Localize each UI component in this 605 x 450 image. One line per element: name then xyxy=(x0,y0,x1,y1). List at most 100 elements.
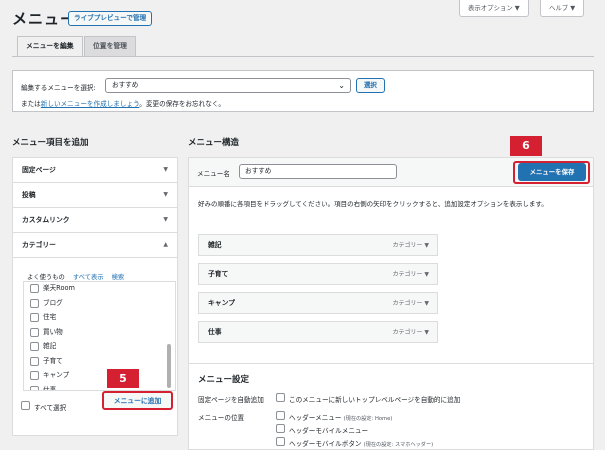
save-menu-button[interactable]: メニューを保存 xyxy=(518,163,586,181)
checkbox[interactable] xyxy=(30,356,39,366)
add-menu-items-heading: メニュー項目を追加 xyxy=(12,138,89,148)
category-subtabs: よく使うもの すべて表示 検索 xyxy=(27,272,130,281)
subtab-search[interactable]: 検索 xyxy=(112,274,125,281)
menu-item-type[interactable]: カテゴリー ▼ xyxy=(392,322,429,343)
auto-add-label: 固定ページを自動追加 xyxy=(198,396,264,404)
category-item[interactable]: 仕事 xyxy=(24,384,175,391)
arrow-up-icon: ▲ xyxy=(163,241,168,248)
menu-item-title: キャンプ xyxy=(208,299,235,307)
create-menu-note: または新しいメニューを作成しましょう。変更の保存をお忘れなく。 xyxy=(21,98,225,108)
select-all-label: すべて選択 xyxy=(34,404,67,412)
accordion-posts-label: 投稿 xyxy=(22,191,36,199)
menu-item[interactable]: 仕事 カテゴリー ▼ xyxy=(198,321,438,343)
checkbox[interactable] xyxy=(30,342,39,351)
accordion-pages[interactable]: 固定ページ ▼ xyxy=(13,158,177,183)
settings-divider xyxy=(189,363,593,364)
checkbox[interactable] xyxy=(30,327,39,337)
category-label: 買い物 xyxy=(43,327,63,336)
checkbox[interactable] xyxy=(276,411,285,420)
select-all-checkbox[interactable]: すべて選択 xyxy=(21,401,67,412)
checkbox[interactable] xyxy=(30,371,39,380)
checkbox[interactable] xyxy=(30,284,39,293)
menu-select-value: おすすめ xyxy=(112,81,139,89)
checkbox[interactable] xyxy=(30,313,39,322)
category-label: 子育て xyxy=(43,356,63,365)
menu-structure-heading: メニュー構造 xyxy=(188,138,240,148)
category-label: ブログ xyxy=(43,298,63,307)
accordion-categories-label: カテゴリー xyxy=(22,241,56,249)
menu-location-label: メニューの位置 xyxy=(198,414,245,422)
menu-item-type[interactable]: カテゴリー ▼ xyxy=(392,235,429,256)
arrow-down-icon: ▼ xyxy=(163,216,168,223)
category-item[interactable]: キャンプ xyxy=(24,369,175,384)
accordion-posts[interactable]: 投稿 ▼ xyxy=(13,183,177,208)
menu-name-input[interactable]: おすすめ xyxy=(239,164,397,179)
accordion-custom-links-label: カスタムリンク xyxy=(22,216,70,224)
add-to-menu-button[interactable]: メニューに追加 xyxy=(102,391,173,410)
accordion-custom-links[interactable]: カスタムリンク ▼ xyxy=(13,208,177,233)
category-item[interactable]: ブログ xyxy=(24,297,175,312)
checklist-scrollbar[interactable] xyxy=(167,344,171,388)
checkbox[interactable] xyxy=(30,298,39,308)
screen-options-button[interactable]: 表示オプション ▼ xyxy=(459,0,529,17)
select-menu-panel: 編集するメニューを選択: おすすめ ⌄ 選択 または新しいメニューを作成しましょ… xyxy=(12,70,594,112)
auto-add-option[interactable]: このメニューに新しいトップレベルページを自動的に追加 xyxy=(276,393,461,404)
checkbox[interactable] xyxy=(30,385,39,390)
checkbox[interactable] xyxy=(21,401,30,410)
checkbox[interactable] xyxy=(276,437,285,446)
menu-item[interactable]: キャンプ カテゴリー ▼ xyxy=(198,292,438,314)
arrow-down-icon: ▼ xyxy=(163,191,168,198)
accordion-categories[interactable]: カテゴリー ▲ xyxy=(13,233,177,258)
location-note: (現在の設定: スマホヘッダー) xyxy=(363,442,434,448)
note-suffix: 。変更の保存をお忘れなく。 xyxy=(139,100,226,108)
menu-item-type[interactable]: カテゴリー ▼ xyxy=(392,293,429,314)
menu-item-title: 仕事 xyxy=(208,328,222,336)
category-label: 仕事 xyxy=(43,385,57,391)
tab-edit-menus[interactable]: メニューを編集 xyxy=(17,36,83,57)
menu-item-title: 雑記 xyxy=(208,241,222,249)
arrow-down-icon: ▼ xyxy=(163,166,168,173)
select-menu-label: 編集するメニューを選択: xyxy=(21,84,96,92)
add-items-accordion: 固定ページ ▼ 投稿 ▼ カスタムリンク ▼ カテゴリー ▲ よく使うもの すべ… xyxy=(12,157,178,436)
checkbox[interactable] xyxy=(276,424,285,433)
subtab-view-all[interactable]: すべて表示 xyxy=(73,274,104,281)
location-option[interactable]: ヘッダーメニュー (現在の設定: Home) xyxy=(276,411,393,422)
menu-item[interactable]: 雑記 カテゴリー ▼ xyxy=(198,234,438,256)
menu-select-dropdown[interactable]: おすすめ ⌄ xyxy=(105,78,351,93)
category-item[interactable]: 雑記 xyxy=(24,340,175,355)
category-label: 雑記 xyxy=(43,342,57,350)
location-option[interactable]: ヘッダーモバイルボタン (現在の設定: スマホヘッダー) xyxy=(276,437,434,448)
location-label: ヘッダーモバイルボタン xyxy=(289,440,362,448)
note-prefix: または xyxy=(21,100,41,108)
help-button[interactable]: ヘルプ ▼ xyxy=(540,0,585,17)
select-button[interactable]: 選択 xyxy=(356,78,385,93)
category-item[interactable]: 子育て xyxy=(24,355,175,370)
callout-5-badge: 5 xyxy=(107,369,139,388)
accordion-pages-label: 固定ページ xyxy=(22,166,56,174)
category-checklist: 楽天Room ブログ 住宅 買い物 雑記 子育て キャンプ 仕事 xyxy=(23,281,176,391)
tab-divider xyxy=(12,56,594,57)
menu-item[interactable]: 子育て カテゴリー ▼ xyxy=(198,263,438,285)
location-label: ヘッダーメニュー xyxy=(289,414,342,422)
menu-settings-heading: メニュー設定 xyxy=(198,375,250,385)
category-item[interactable]: 住宅 xyxy=(24,311,175,326)
chevron-down-icon: ⌄ xyxy=(338,81,345,90)
create-new-menu-link[interactable]: 新しいメニューを作成しましょう xyxy=(41,100,140,108)
category-item[interactable]: 買い物 xyxy=(24,326,175,341)
location-note: (現在の設定: Home) xyxy=(343,416,393,422)
location-option[interactable]: ヘッダーモバイルメニュー xyxy=(276,424,369,435)
live-preview-button[interactable]: ライブプレビューで管理 xyxy=(68,11,153,26)
category-label: キャンプ xyxy=(43,371,70,379)
menu-name-label: メニュー名 xyxy=(197,170,230,178)
checkbox[interactable] xyxy=(276,393,285,402)
category-item[interactable]: 楽天Room xyxy=(24,282,175,297)
drag-instructions: 好みの順番に各項目をドラッグしてください。項目の右側の矢印をクリックすると、追加… xyxy=(198,200,548,208)
auto-add-option-label: このメニューに新しいトップレベルページを自動的に追加 xyxy=(289,396,461,404)
category-label: 住宅 xyxy=(43,313,57,321)
menu-structure-panel: メニュー名 おすすめ メニューを保存 好みの順番に各項目をドラッグしてください。… xyxy=(188,157,594,450)
categories-panel: よく使うもの すべて表示 検索 楽天Room ブログ 住宅 買い物 雑記 子育て… xyxy=(13,258,177,435)
location-label: ヘッダーモバイルメニュー xyxy=(289,427,369,435)
tab-manage-locations[interactable]: 位置を管理 xyxy=(84,36,136,56)
subtab-most-used[interactable]: よく使うもの xyxy=(27,274,65,281)
menu-item-type[interactable]: カテゴリー ▼ xyxy=(392,264,429,285)
